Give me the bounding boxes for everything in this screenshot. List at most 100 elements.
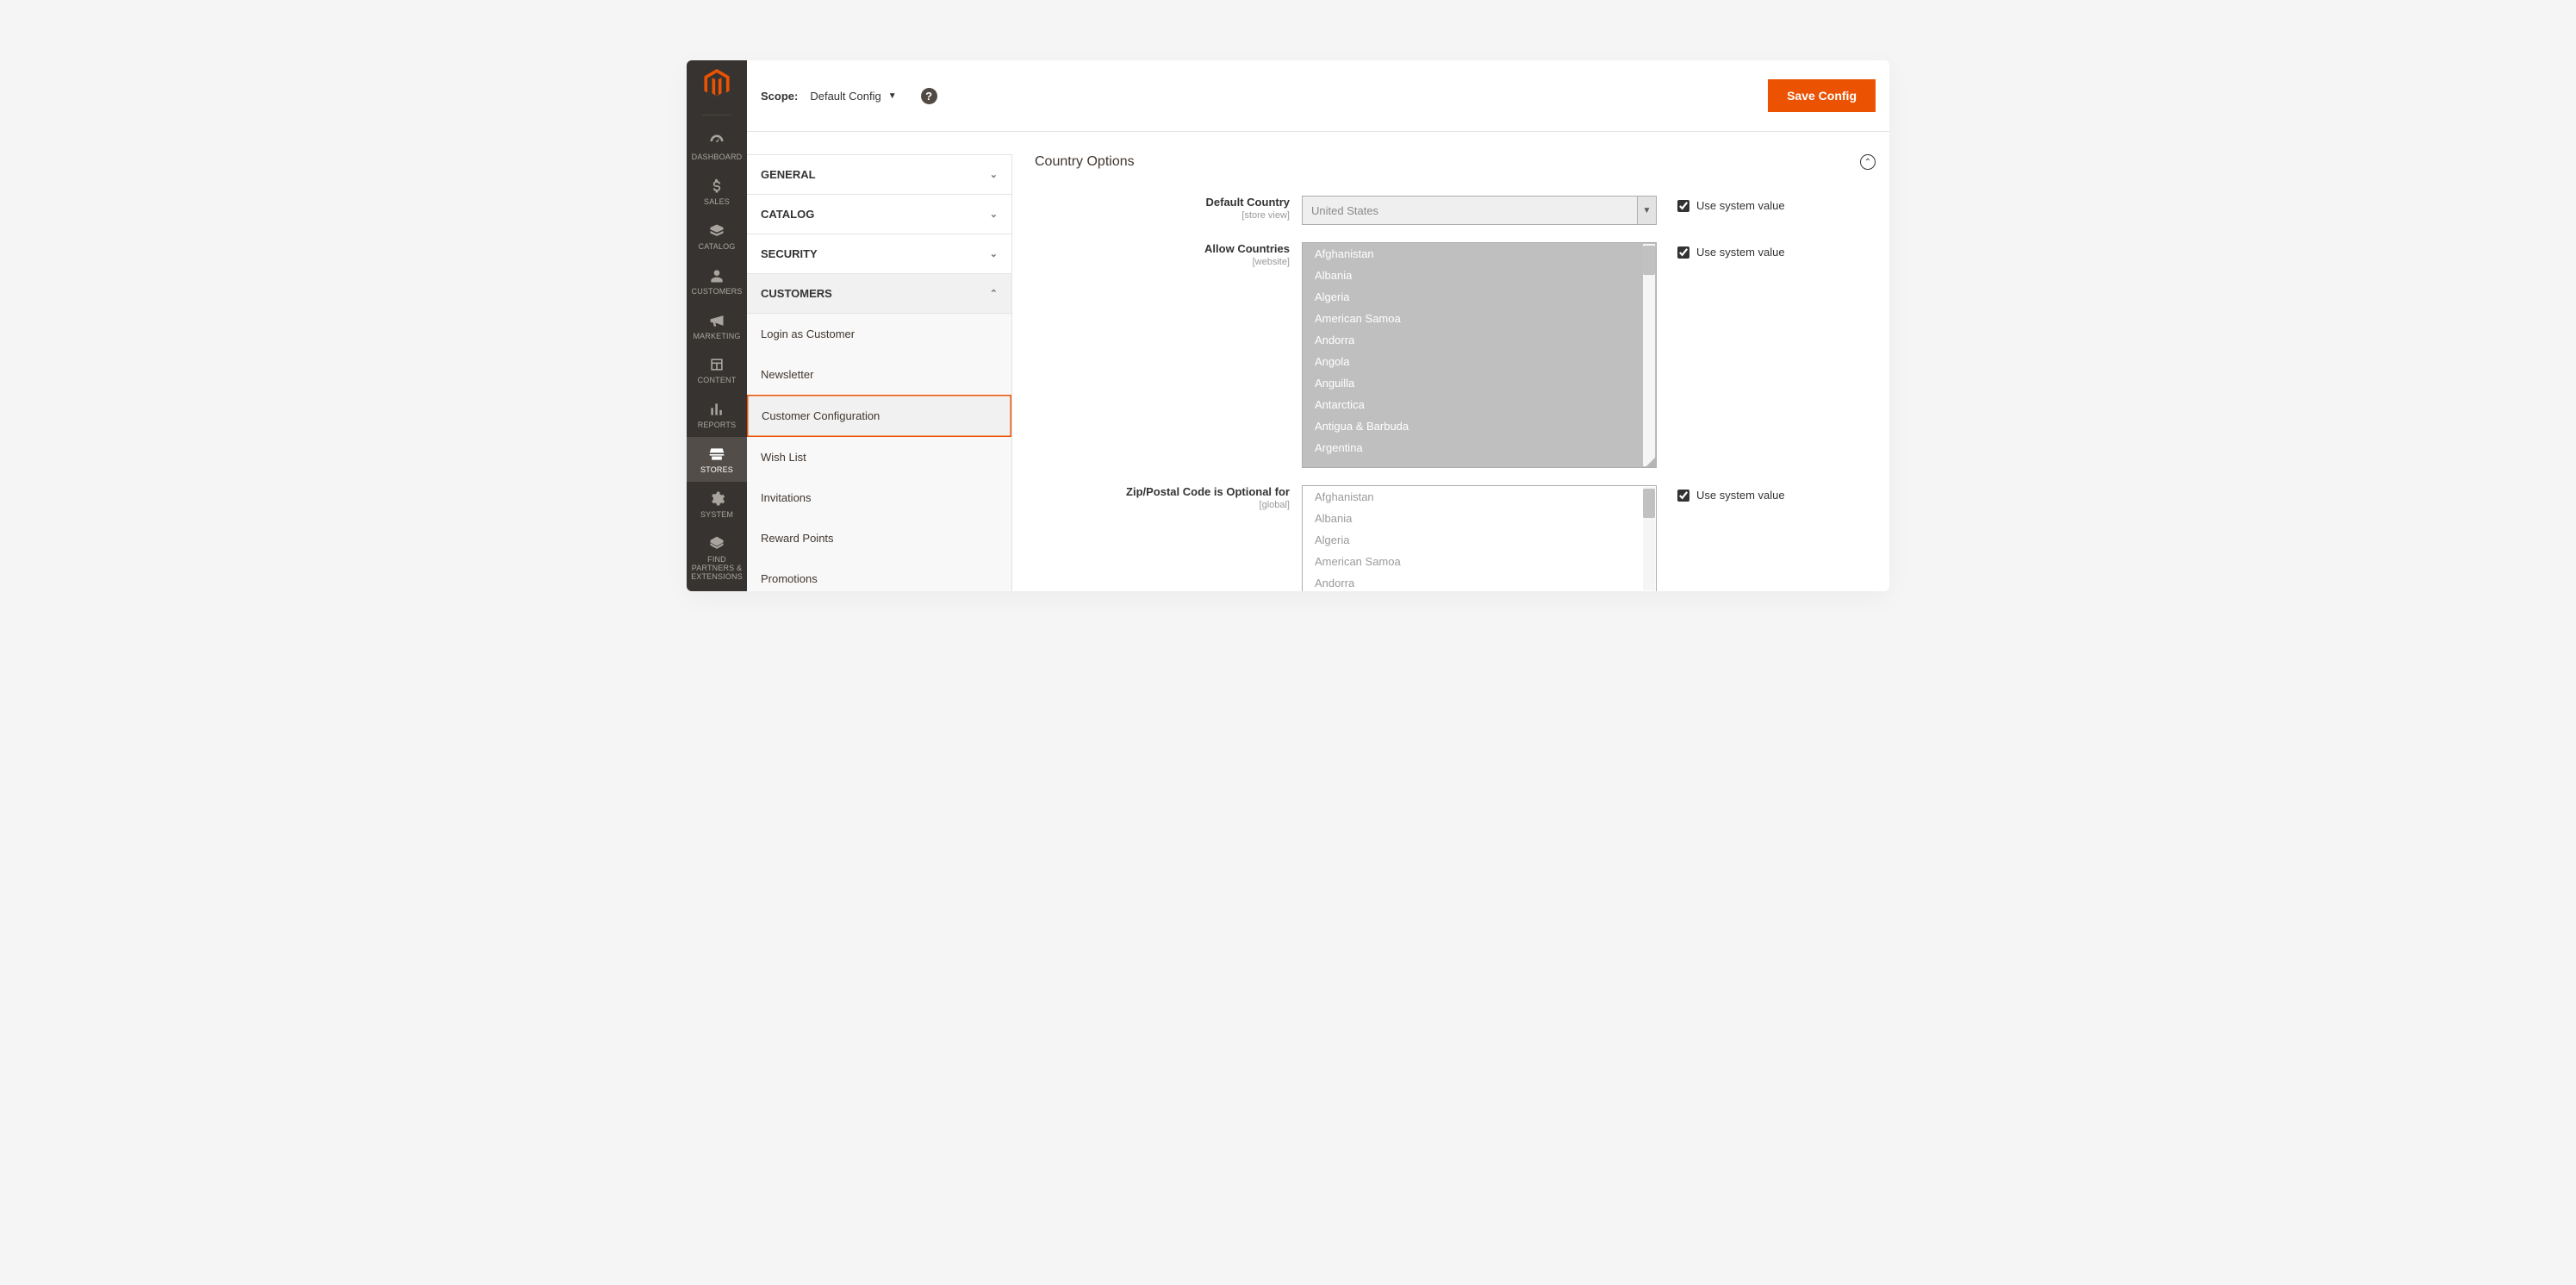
default-country-select[interactable]: United States ▼: [1302, 196, 1657, 225]
chevron-down-icon: ⌄: [990, 209, 998, 220]
sidebar-item-partners[interactable]: FIND PARTNERS & EXTENSIONS: [687, 527, 747, 589]
magento-logo-icon: [702, 69, 731, 101]
help-icon[interactable]: ?: [921, 88, 937, 104]
sidebar-item-catalog[interactable]: CATALOG: [687, 214, 747, 259]
option[interactable]: Afghanistan: [1303, 486, 1656, 508]
sidebar-item-system[interactable]: SYSTEM: [687, 482, 747, 527]
config-content: Country Options ⌃ Default Country [store…: [1035, 154, 1876, 591]
sidebar-item-reports[interactable]: REPORTS: [687, 392, 747, 437]
option[interactable]: Andorra: [1303, 329, 1656, 351]
sidebar-item-label: CONTENT: [696, 377, 738, 385]
sidebar-item-sales[interactable]: SALES: [687, 169, 747, 214]
option[interactable]: Antarctica: [1303, 394, 1656, 415]
chevron-up-icon: ⌃: [990, 288, 998, 299]
sidebar-item-label: SYSTEM: [699, 511, 735, 520]
field-label: Default Country: [1206, 196, 1291, 209]
tab-general[interactable]: GENERAL ⌄: [747, 155, 1011, 195]
scrollbar-thumb[interactable]: [1643, 489, 1655, 518]
subtab-newsletter[interactable]: Newsletter: [747, 354, 1011, 395]
tab-label: GENERAL: [761, 168, 816, 181]
option[interactable]: American Samoa: [1303, 551, 1656, 572]
use-system-checkbox[interactable]: [1677, 246, 1689, 259]
sidebar-item-content[interactable]: CONTENT: [687, 347, 747, 392]
subtab-customer-configuration[interactable]: Customer Configuration: [747, 395, 1011, 437]
sidebar-item-label: STORES: [699, 466, 735, 475]
content-icon: [708, 356, 725, 373]
system-icon: [708, 490, 725, 508]
option[interactable]: Algeria: [1303, 529, 1656, 551]
zip-optional-multiselect[interactable]: Afghanistan Albania Algeria American Sam…: [1302, 485, 1657, 591]
field-allow-countries: Allow Countries [website] Afghanistan Al…: [1035, 242, 1876, 468]
allow-countries-multiselect[interactable]: Afghanistan Albania Algeria American Sam…: [1302, 242, 1657, 468]
use-system-value-allow-countries[interactable]: Use system value: [1677, 242, 1785, 259]
scope-label: Scope:: [761, 90, 798, 103]
customers-icon: [708, 267, 725, 284]
marketing-icon: [708, 312, 725, 329]
section-header[interactable]: Country Options ⌃: [1035, 154, 1876, 170]
option[interactable]: Albania: [1303, 265, 1656, 286]
option[interactable]: Anguilla: [1303, 372, 1656, 394]
option[interactable]: Angola: [1303, 351, 1656, 372]
use-system-checkbox[interactable]: [1677, 200, 1689, 212]
subtab-login-as-customer[interactable]: Login as Customer: [747, 314, 1011, 354]
option[interactable]: Afghanistan: [1303, 243, 1656, 265]
option[interactable]: American Samoa: [1303, 308, 1656, 329]
subtab-reward-points[interactable]: Reward Points: [747, 518, 1011, 558]
sidebar-item-label: FIND PARTNERS & EXTENSIONS: [687, 556, 747, 582]
sidebar-item-label: REPORTS: [696, 421, 738, 430]
collapse-section-icon[interactable]: ⌃: [1860, 154, 1876, 170]
scope-selector[interactable]: Default Config ▼: [810, 90, 896, 103]
checkbox-label: Use system value: [1696, 199, 1785, 212]
subtab-invitations[interactable]: Invitations: [747, 477, 1011, 518]
sidebar-item-label: CATALOG: [697, 243, 737, 252]
option[interactable]: Albania: [1303, 508, 1656, 529]
sidebar-item-label: DASHBOARD: [690, 153, 744, 162]
dashboard-icon: [708, 133, 725, 150]
checkbox-label: Use system value: [1696, 246, 1785, 259]
subtab-wish-list[interactable]: Wish List: [747, 437, 1011, 477]
field-zip-optional: Zip/Postal Code is Optional for [global]…: [1035, 485, 1876, 591]
use-system-value-zip-optional[interactable]: Use system value: [1677, 485, 1785, 502]
use-system-checkbox[interactable]: [1677, 490, 1689, 502]
select-handle-icon: ▼: [1637, 196, 1656, 224]
caret-down-icon: ▼: [888, 91, 897, 101]
option[interactable]: Argentina: [1303, 437, 1656, 458]
field-default-country: Default Country [store view] United Stat…: [1035, 196, 1876, 225]
admin-sidebar: DASHBOARD SALES CATALOG CUSTOMERS MARKET…: [687, 60, 747, 591]
sidebar-item-label: CUSTOMERS: [690, 288, 744, 296]
tab-label: CUSTOMERS: [761, 287, 832, 300]
section-title: Country Options: [1035, 154, 1135, 170]
field-scope: [website]: [1035, 257, 1290, 267]
sidebar-item-stores[interactable]: STORES: [687, 437, 747, 482]
tab-label: SECURITY: [761, 247, 818, 260]
scrollbar-thumb[interactable]: [1643, 246, 1655, 275]
option[interactable]: Algeria: [1303, 286, 1656, 308]
tab-security[interactable]: SECURITY ⌄: [747, 234, 1011, 274]
field-label: Zip/Postal Code is Optional for: [1126, 485, 1290, 498]
scope-value: Default Config: [810, 90, 880, 103]
use-system-value-default-country[interactable]: Use system value: [1677, 196, 1785, 212]
resize-grip-icon[interactable]: [1644, 455, 1656, 467]
option[interactable]: Andorra: [1303, 572, 1656, 591]
sidebar-item-customers[interactable]: CUSTOMERS: [687, 259, 747, 303]
tab-catalog[interactable]: CATALOG ⌄: [747, 195, 1011, 234]
scrollbar-track[interactable]: [1643, 487, 1655, 590]
select-value: United States: [1311, 204, 1378, 217]
field-label: Allow Countries: [1204, 242, 1290, 255]
sales-icon: [708, 178, 725, 195]
reports-icon: [708, 401, 725, 418]
sidebar-item-marketing[interactable]: MARKETING: [687, 303, 747, 348]
sidebar-item-label: MARKETING: [691, 333, 742, 341]
subtab-promotions[interactable]: Promotions: [747, 558, 1011, 591]
save-config-button[interactable]: Save Config: [1768, 79, 1876, 112]
scrollbar-track[interactable]: [1643, 244, 1655, 466]
tab-customers[interactable]: CUSTOMERS ⌃: [747, 274, 1011, 314]
config-tabs: GENERAL ⌄ CATALOG ⌄ SECURITY ⌄ CUSTOMERS…: [747, 154, 1012, 591]
chevron-down-icon: ⌄: [990, 169, 998, 180]
sidebar-item-dashboard[interactable]: DASHBOARD: [687, 124, 747, 169]
stores-icon: [708, 446, 725, 463]
option[interactable]: Antigua & Barbuda: [1303, 415, 1656, 437]
catalog-icon: [708, 222, 725, 240]
field-scope: [global]: [1035, 500, 1290, 510]
checkbox-label: Use system value: [1696, 489, 1785, 502]
